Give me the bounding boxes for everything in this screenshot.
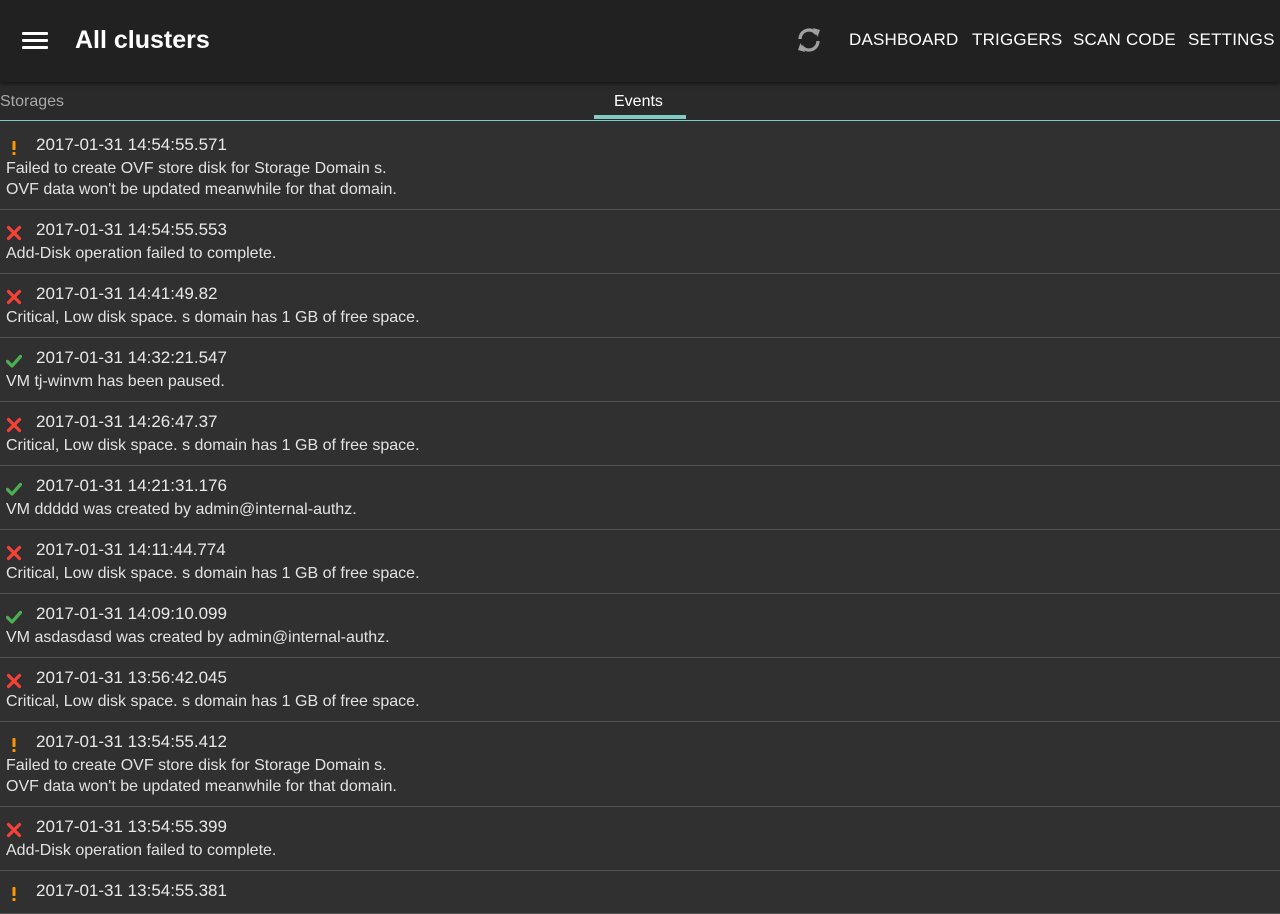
event-row-header: 2017-01-31 14:21:31.176 — [0, 475, 1280, 499]
error-icon — [6, 822, 22, 838]
event-row-header: 2017-01-31 13:54:55.381 — [0, 880, 1280, 904]
triggers-button[interactable]: TRIGGERS — [972, 30, 1062, 50]
menu-icon[interactable] — [18, 26, 52, 56]
event-message: Critical, Low disk space. s domain has 1… — [6, 693, 420, 710]
app-toolbar: All clusters DASHBOARD TRIGGERS SCAN COD… — [0, 0, 1280, 82]
event-message: Failed to create OVF store disk for Stor… — [6, 757, 397, 795]
event-row[interactable]: 2017-01-31 14:54:55.571 Failed to create … — [0, 125, 1280, 210]
dashboard-button[interactable]: DASHBOARD — [849, 30, 959, 50]
event-message: VM tj-winvm has been paused. — [6, 373, 225, 390]
tab-storages[interactable]: Storages — [0, 93, 64, 111]
event-timestamp: 2017-01-31 14:54:55.553 — [36, 220, 227, 239]
event-timestamp: 2017-01-31 14:09:10.099 — [36, 604, 227, 623]
event-row-header: 2017-01-31 14:32:21.547 — [0, 347, 1280, 371]
tab-bar: Storages Events — [0, 82, 1280, 121]
event-row[interactable]: 2017-01-31 13:54:55.399 Add-Disk operatio… — [0, 807, 1280, 871]
warning-icon — [6, 886, 22, 902]
settings-button[interactable]: SETTINGS — [1188, 30, 1275, 50]
event-timestamp: 2017-01-31 13:54:55.399 — [36, 817, 227, 836]
error-icon — [6, 673, 22, 689]
event-row[interactable]: 2017-01-31 14:54:55.553 Add-Disk operatio… — [0, 210, 1280, 274]
event-row-header: 2017-01-31 13:54:55.399 — [0, 816, 1280, 840]
event-timestamp: 2017-01-31 13:54:55.381 — [36, 881, 227, 900]
warning-icon — [6, 140, 22, 156]
event-message: Failed to create OVF store disk for Stor… — [6, 160, 397, 198]
event-row-header: 2017-01-31 13:56:42.045 — [0, 667, 1280, 691]
event-row[interactable]: 2017-01-31 14:09:10.099 VM asdasdasd was … — [0, 594, 1280, 658]
check-icon — [5, 481, 23, 497]
error-icon — [6, 289, 22, 305]
event-row[interactable]: 2017-01-31 14:32:21.547 VM tj-winvm has b… — [0, 338, 1280, 402]
event-timestamp: 2017-01-31 13:56:42.045 — [36, 668, 227, 687]
event-row[interactable]: 2017-01-31 14:26:47.37 Critical, Low disk… — [0, 402, 1280, 466]
event-row[interactable]: 2017-01-31 14:21:31.176 VM ddddd was crea… — [0, 466, 1280, 530]
tab-events[interactable]: Events — [614, 93, 663, 111]
event-row[interactable]: 2017-01-31 13:54:55.412 Failed to create … — [0, 722, 1280, 807]
event-row[interactable]: 2017-01-31 14:41:49.82 Critical, Low disk… — [0, 274, 1280, 338]
event-timestamp: 2017-01-31 14:32:21.547 — [36, 348, 227, 367]
event-row-header: 2017-01-31 14:54:55.571 — [0, 134, 1280, 158]
error-icon — [6, 417, 22, 433]
event-row[interactable]: 2017-01-31 14:11:44.774 Critical, Low dis… — [0, 530, 1280, 594]
event-row[interactable]: 2017-01-31 13:54:55.381 — [0, 871, 1280, 914]
event-row-header: 2017-01-31 13:54:55.412 — [0, 731, 1280, 755]
event-row-header: 2017-01-31 14:26:47.37 — [0, 411, 1280, 435]
refresh-icon[interactable] — [792, 23, 826, 57]
event-message: Critical, Low disk space. s domain has 1… — [6, 565, 420, 582]
event-list: 2017-01-31 14:54:55.571 Failed to create … — [0, 125, 1280, 914]
event-timestamp: 2017-01-31 13:54:55.412 — [36, 732, 227, 751]
warning-icon — [6, 737, 22, 753]
check-icon — [5, 609, 23, 625]
page-title: All clusters — [75, 26, 210, 54]
error-icon — [6, 545, 22, 561]
event-timestamp: 2017-01-31 14:26:47.37 — [36, 412, 218, 431]
event-timestamp: 2017-01-31 14:11:44.774 — [36, 540, 226, 559]
tab-indicator — [594, 115, 686, 119]
event-message: Add-Disk operation failed to complete. — [6, 245, 277, 262]
event-message: Critical, Low disk space. s domain has 1… — [6, 309, 420, 326]
event-message: VM ddddd was created by admin@internal-a… — [6, 501, 357, 518]
error-icon — [6, 225, 22, 241]
event-row[interactable]: 2017-01-31 13:56:42.045 Critical, Low dis… — [0, 658, 1280, 722]
event-timestamp: 2017-01-31 14:21:31.176 — [36, 476, 227, 495]
event-message: Critical, Low disk space. s domain has 1… — [6, 437, 420, 454]
event-row-header: 2017-01-31 14:41:49.82 — [0, 283, 1280, 307]
event-message: Add-Disk operation failed to complete. — [6, 842, 277, 859]
event-row-header: 2017-01-31 14:54:55.553 — [0, 219, 1280, 243]
event-timestamp: 2017-01-31 14:54:55.571 — [36, 135, 227, 154]
event-row-header: 2017-01-31 14:11:44.774 — [0, 539, 1280, 563]
check-icon — [5, 353, 23, 369]
event-row-header: 2017-01-31 14:09:10.099 — [0, 603, 1280, 627]
event-message: VM asdasdasd was created by admin@intern… — [6, 629, 390, 646]
scan-code-button[interactable]: SCAN CODE — [1073, 30, 1176, 50]
event-timestamp: 2017-01-31 14:41:49.82 — [36, 284, 218, 303]
